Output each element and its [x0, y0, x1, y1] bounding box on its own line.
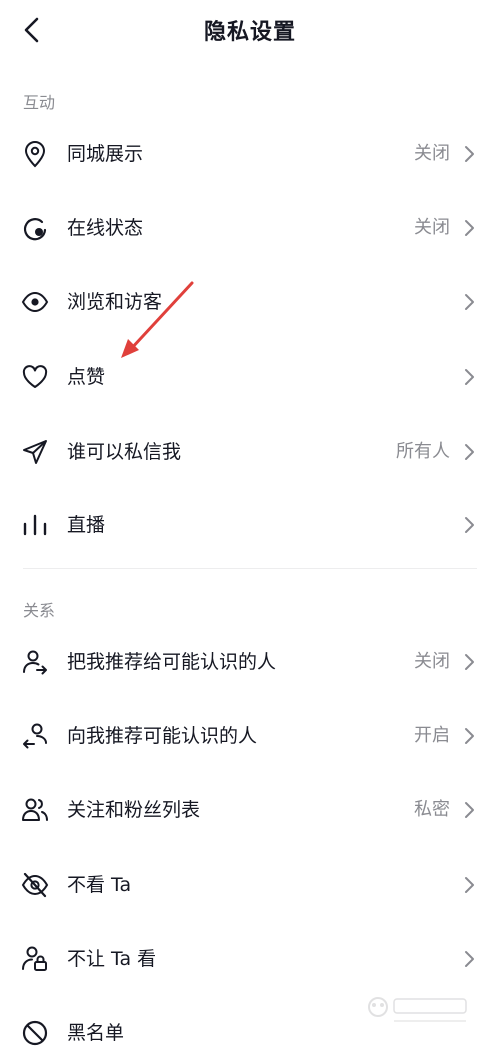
- setting-label: 不让 Ta 看: [67, 948, 157, 970]
- setting-row-hide-ta[interactable]: 不看 Ta: [0, 857, 500, 913]
- setting-row-follow-list[interactable]: 关注和粉丝列表 私密: [0, 782, 500, 838]
- setting-label: 向我推荐可能认识的人: [67, 725, 258, 747]
- location-pin-icon: [20, 139, 50, 169]
- setting-value: 关闭: [414, 217, 450, 238]
- setting-label: 谁可以私信我: [67, 441, 182, 463]
- chevron-right-icon: [465, 220, 474, 236]
- setting-label: 把我推荐给可能认识的人: [67, 651, 277, 673]
- page-title: 隐私设置: [203, 20, 296, 45]
- setting-row-likes[interactable]: 点赞: [0, 349, 500, 405]
- setting-row-block-ta[interactable]: 不让 Ta 看: [0, 931, 500, 987]
- heart-icon: [20, 362, 50, 392]
- chevron-right-icon: [465, 146, 474, 162]
- setting-row-same-city[interactable]: 同城展示 关闭: [0, 126, 500, 182]
- setting-row-browse-visitors[interactable]: 浏览和访客: [0, 274, 500, 330]
- user-share-icon: [20, 647, 50, 677]
- setting-label: 关注和粉丝列表: [67, 799, 201, 821]
- setting-row-recommend-me[interactable]: 把我推荐给可能认识的人 关闭: [0, 634, 500, 690]
- setting-row-recommend-to-me[interactable]: 向我推荐可能认识的人 开启: [0, 708, 500, 764]
- ban-icon: [20, 1018, 50, 1048]
- setting-label: 浏览和访客: [67, 291, 163, 313]
- users-icon: [20, 795, 50, 825]
- chevron-right-icon: [465, 294, 474, 310]
- section-label-relations: 关系: [23, 601, 56, 620]
- section-label-interaction: 互动: [23, 93, 56, 112]
- chevron-right-icon: [465, 369, 474, 385]
- setting-value: 开启: [414, 725, 450, 746]
- paper-plane-icon: [20, 437, 50, 467]
- live-bars-icon: [20, 510, 50, 540]
- chevron-right-icon: [465, 877, 474, 893]
- setting-row-direct-message[interactable]: 谁可以私信我 所有人: [0, 424, 500, 480]
- setting-label: 点赞: [67, 366, 106, 388]
- setting-label: 同城展示: [67, 143, 144, 165]
- user-lock-icon: [20, 944, 50, 974]
- section-divider: [23, 568, 477, 569]
- chevron-right-icon: [465, 951, 474, 967]
- chevron-right-icon: [465, 802, 474, 818]
- setting-row-live[interactable]: 直播: [0, 497, 500, 553]
- watermark-logo: [368, 997, 467, 1022]
- online-status-icon: [20, 213, 50, 243]
- chevron-right-icon: [465, 444, 474, 460]
- eye-off-icon: [20, 870, 50, 900]
- setting-row-online-status[interactable]: 在线状态 关闭: [0, 200, 500, 256]
- setting-label: 在线状态: [67, 217, 144, 239]
- chevron-right-icon: [465, 654, 474, 670]
- top-bar: 隐私设置: [0, 0, 500, 62]
- setting-value: 关闭: [414, 143, 450, 164]
- chevron-right-icon: [465, 517, 474, 533]
- setting-value: 私密: [414, 799, 450, 820]
- setting-label: 不看 Ta: [67, 874, 132, 896]
- user-incoming-icon: [20, 721, 50, 751]
- chevron-right-icon: [465, 728, 474, 744]
- setting-label: 直播: [67, 514, 106, 536]
- setting-value: 所有人: [396, 441, 450, 462]
- eye-icon: [20, 287, 50, 317]
- setting-value: 关闭: [414, 651, 450, 672]
- setting-label: 黑名单: [67, 1022, 125, 1044]
